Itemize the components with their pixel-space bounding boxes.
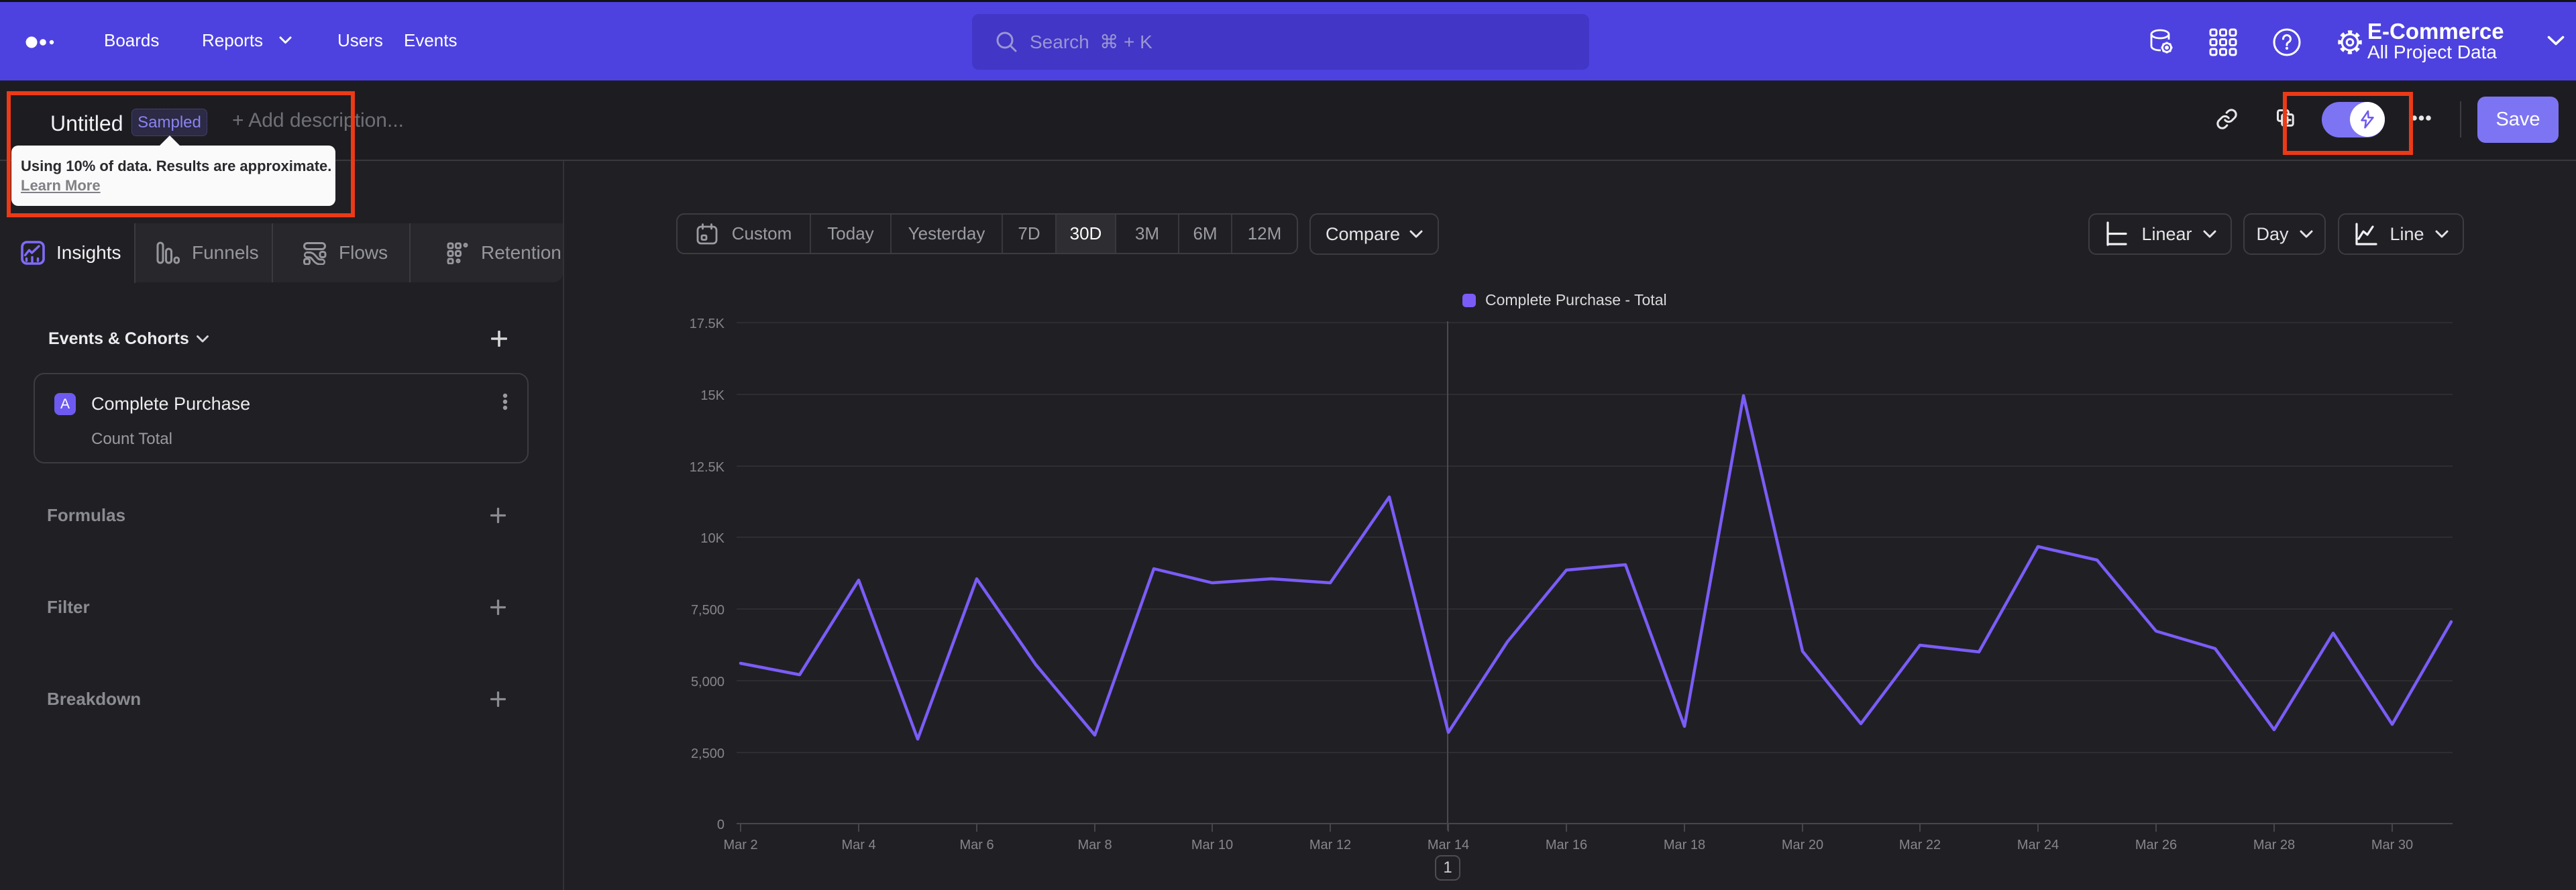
svg-text:12.5K: 12.5K bbox=[690, 460, 725, 475]
svg-text:7,500: 7,500 bbox=[691, 603, 724, 618]
svg-text:Mar 30: Mar 30 bbox=[2371, 838, 2413, 852]
svg-text:Mar 8: Mar 8 bbox=[1077, 838, 1112, 852]
svg-text:Mar 4: Mar 4 bbox=[841, 838, 875, 852]
svg-text:17.5K: 17.5K bbox=[690, 317, 725, 331]
svg-text:0: 0 bbox=[717, 818, 724, 832]
svg-text:Mar 22: Mar 22 bbox=[1899, 838, 1941, 852]
svg-text:Mar 2: Mar 2 bbox=[723, 838, 757, 852]
svg-text:5,000: 5,000 bbox=[691, 675, 724, 689]
svg-text:Mar 10: Mar 10 bbox=[1191, 838, 1233, 852]
svg-text:Mar 12: Mar 12 bbox=[1309, 838, 1351, 852]
svg-text:Mar 28: Mar 28 bbox=[2253, 838, 2295, 852]
svg-text:Mar 24: Mar 24 bbox=[2017, 838, 2059, 852]
svg-text:10K: 10K bbox=[700, 531, 724, 546]
svg-text:Mar 16: Mar 16 bbox=[1546, 838, 1587, 852]
svg-text:Mar 20: Mar 20 bbox=[1782, 838, 1823, 852]
svg-text:2,500: 2,500 bbox=[691, 746, 724, 761]
svg-text:Mar 6: Mar 6 bbox=[959, 838, 994, 852]
svg-text:15K: 15K bbox=[700, 388, 724, 403]
svg-text:Mar 14: Mar 14 bbox=[1428, 838, 1469, 852]
svg-text:Mar 18: Mar 18 bbox=[1664, 838, 1705, 852]
svg-text:Mar 26: Mar 26 bbox=[2135, 838, 2177, 852]
